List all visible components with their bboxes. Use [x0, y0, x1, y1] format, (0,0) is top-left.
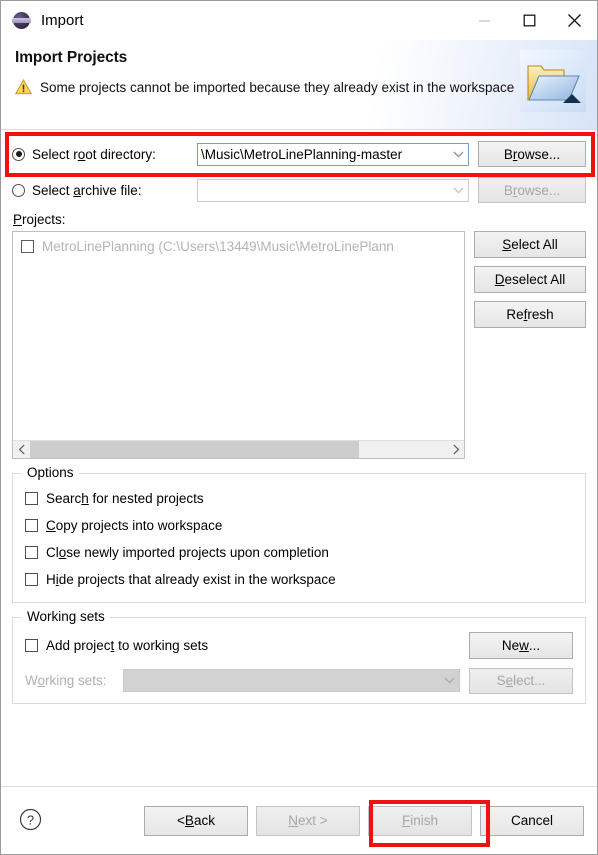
working-sets-selection-row: Working sets: Se lect... — [25, 667, 573, 694]
deselect-all-button[interactable]: Deselect All — [474, 266, 586, 293]
chevron-down-icon[interactable] — [448, 144, 468, 165]
list-item: MetroLinePlanning (C:\Users\13449\Music\… — [13, 235, 464, 257]
dialog-body: Select root directory: \Music\MetroLineP… — [1, 130, 597, 786]
eclipse-icon — [12, 11, 32, 31]
archive-file-row: Select archive file: Br owse... — [12, 175, 586, 205]
svg-text:?: ? — [27, 812, 34, 827]
add-project-to-working-sets-checkbox[interactable]: Add project to working sets — [25, 638, 208, 653]
finish-button: Finish — [368, 805, 472, 836]
header-message: Some projects cannot be imported because… — [14, 78, 515, 98]
scrollbar-thumb[interactable] — [30, 441, 360, 458]
wizard-header: Import Projects Some projects cannot be … — [1, 40, 597, 130]
project-checkbox — [21, 239, 34, 253]
projects-list-buttons: Select All Deselect All Re f resh — [474, 231, 586, 336]
select-all-button[interactable]: Select All — [474, 231, 586, 258]
checkbox-indicator[interactable] — [25, 519, 38, 532]
back-button[interactable]: < Back — [144, 805, 248, 836]
add-to-working-sets-row: Add project to working sets Ne w... — [25, 632, 573, 659]
browse-archive-file-button: Br owse... — [478, 177, 586, 203]
option-label: Copy projects into workspace — [46, 518, 223, 533]
options-group: Options Search for nested projects Copy … — [12, 465, 586, 603]
option-hide-existing[interactable]: Hide projects that already exist in the … — [25, 567, 573, 592]
root-directory-input[interactable]: \Music\MetroLinePlanning-master — [201, 147, 402, 162]
dialog-footer: ? < Back Next > Finish Cancel — [1, 786, 597, 854]
working-sets-group-title: Working sets — [22, 609, 110, 624]
select-root-directory-radio[interactable]: Select root directory: — [12, 147, 197, 162]
checkbox-indicator[interactable] — [25, 573, 38, 586]
archive-file-input — [198, 180, 448, 201]
title-bar: Import — [1, 1, 597, 40]
chevron-left-icon[interactable] — [13, 441, 30, 458]
options-group-title: Options — [22, 465, 79, 480]
option-search-nested[interactable]: Search for nested projects — [25, 486, 573, 511]
root-directory-row: Select root directory: \Music\MetroLineP… — [12, 139, 586, 169]
chevron-right-icon[interactable] — [447, 441, 464, 458]
minimize-icon[interactable] — [462, 1, 507, 40]
working-sets-label: Working sets: — [25, 673, 107, 688]
radio-indicator-root[interactable] — [12, 147, 25, 161]
checkbox-indicator[interactable] — [25, 492, 38, 505]
checkbox-indicator[interactable] — [25, 639, 38, 652]
checkbox-indicator[interactable] — [25, 546, 38, 559]
refresh-button[interactable]: Re f resh — [474, 301, 586, 328]
import-dialog-window: Import Import Projects Some projects can… — [0, 0, 598, 855]
option-label: Search for nested projects — [46, 491, 204, 506]
working-sets-group: Working sets Add project to working sets… — [12, 609, 586, 704]
footer-buttons: < Back Next > Finish Cancel — [144, 805, 584, 836]
maximize-icon[interactable] — [507, 1, 552, 40]
radio-indicator-archive[interactable] — [12, 183, 25, 197]
option-close-imported[interactable]: Close newly imported projects upon compl… — [25, 540, 573, 565]
projects-list-items: MetroLinePlanning (C:\Users\13449\Music\… — [13, 232, 464, 440]
project-label: MetroLinePlanning (C:\Users\13449\Music\… — [42, 238, 394, 254]
scrollbar-track[interactable] — [30, 441, 447, 458]
window-controls — [462, 1, 597, 40]
close-icon[interactable] — [552, 1, 597, 40]
working-sets-value — [124, 670, 439, 691]
projects-list-box[interactable]: MetroLinePlanning (C:\Users\13449\Music\… — [12, 231, 465, 459]
option-copy-projects[interactable]: Copy projects into workspace — [25, 513, 573, 538]
horizontal-scrollbar[interactable] — [13, 440, 464, 458]
working-sets-combo — [123, 669, 460, 692]
page-title: Import Projects — [15, 49, 128, 66]
root-directory-combo[interactable]: \Music\MetroLinePlanning-master — [197, 142, 469, 166]
help-icon[interactable]: ? — [19, 808, 43, 834]
cancel-button[interactable]: Cancel — [480, 805, 584, 836]
browse-root-directory-button[interactable]: Br owse... — [478, 141, 586, 167]
option-label: Close newly imported projects upon compl… — [46, 545, 329, 560]
select-archive-file-radio[interactable]: Select archive file: — [12, 183, 197, 198]
projects-list-area: MetroLinePlanning (C:\Users\13449\Music\… — [12, 231, 586, 459]
add-project-label: Add project to working sets — [46, 638, 209, 653]
window-title: Import — [41, 12, 84, 29]
new-working-set-button[interactable]: Ne w... — [469, 632, 573, 659]
select-working-set-button: Se lect... — [469, 667, 573, 694]
chevron-down-icon — [448, 180, 468, 201]
next-button: Next > — [256, 805, 360, 836]
projects-label: Projects: — [13, 212, 66, 227]
option-label: Hide projects that already exist in the … — [46, 572, 336, 587]
header-message-text: Some projects cannot be imported because… — [40, 80, 515, 95]
chevron-down-icon — [439, 670, 459, 691]
select-archive-file-label: Select archive file: — [32, 182, 142, 198]
open-folder-icon — [520, 50, 586, 112]
warning-icon — [14, 78, 33, 98]
archive-file-combo — [197, 178, 469, 202]
select-root-directory-label: Select root directory: — [32, 146, 156, 162]
